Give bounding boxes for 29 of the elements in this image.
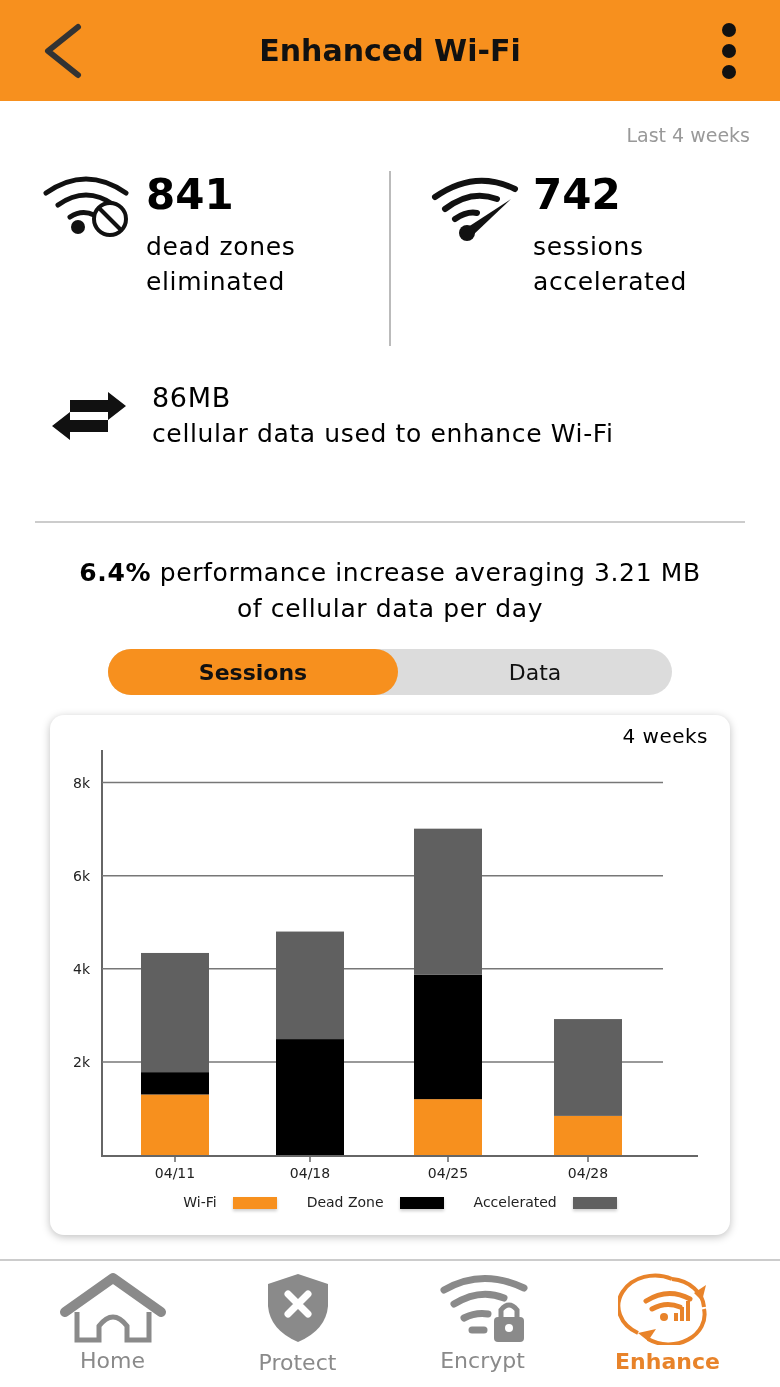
legend-label: Wi-Fi: [183, 1193, 217, 1212]
y-tick-label: 8k: [73, 774, 90, 791]
summary-text: 6.4% performance increase averaging 3.21 MB of cellular data per day: [78, 557, 702, 625]
stat-value: 742: [533, 171, 622, 219]
nav-tab[interactable]: Enhance: [592, 1270, 743, 1378]
x-tick-label: 04/18: [289, 1165, 331, 1181]
stat-label: dead zones eliminated: [146, 231, 296, 298]
toggle-tab[interactable]: Sessions: [108, 649, 398, 695]
swap-arrows-icon: [50, 390, 128, 442]
x-tick-label: 04/28: [567, 1165, 609, 1181]
y-tick-label: 2k: [73, 1053, 90, 1070]
y-tick-label: 6k: [73, 867, 90, 884]
cellular-label: cellular data used to enhance Wi-Fi: [152, 418, 614, 450]
stat-value: 841: [146, 171, 235, 219]
screen-title: Enhanced Wi-Fi: [259, 32, 521, 70]
toggle-tab[interactable]: Data: [398, 649, 672, 695]
y-tick-label: 4k: [73, 960, 90, 977]
nav-tab[interactable]: Protect: [222, 1269, 373, 1379]
x-tick-label: 04/25: [427, 1165, 469, 1181]
nav-tab[interactable]: Encrypt: [407, 1271, 558, 1377]
house-icon: [58, 1271, 167, 1344]
x-tick-label: 04/11: [154, 1165, 196, 1181]
nav-tab[interactable]: Home: [37, 1271, 188, 1377]
period-label: Last 4 weeks: [626, 123, 750, 148]
cellular-value: 86MB: [152, 381, 232, 415]
legend-label: Dead Zone: [306, 1193, 384, 1212]
stat-label: sessions accelerated: [533, 231, 688, 298]
legend-label: Accelerated: [473, 1193, 557, 1212]
chart-range-label: 4 weeks: [622, 723, 708, 750]
